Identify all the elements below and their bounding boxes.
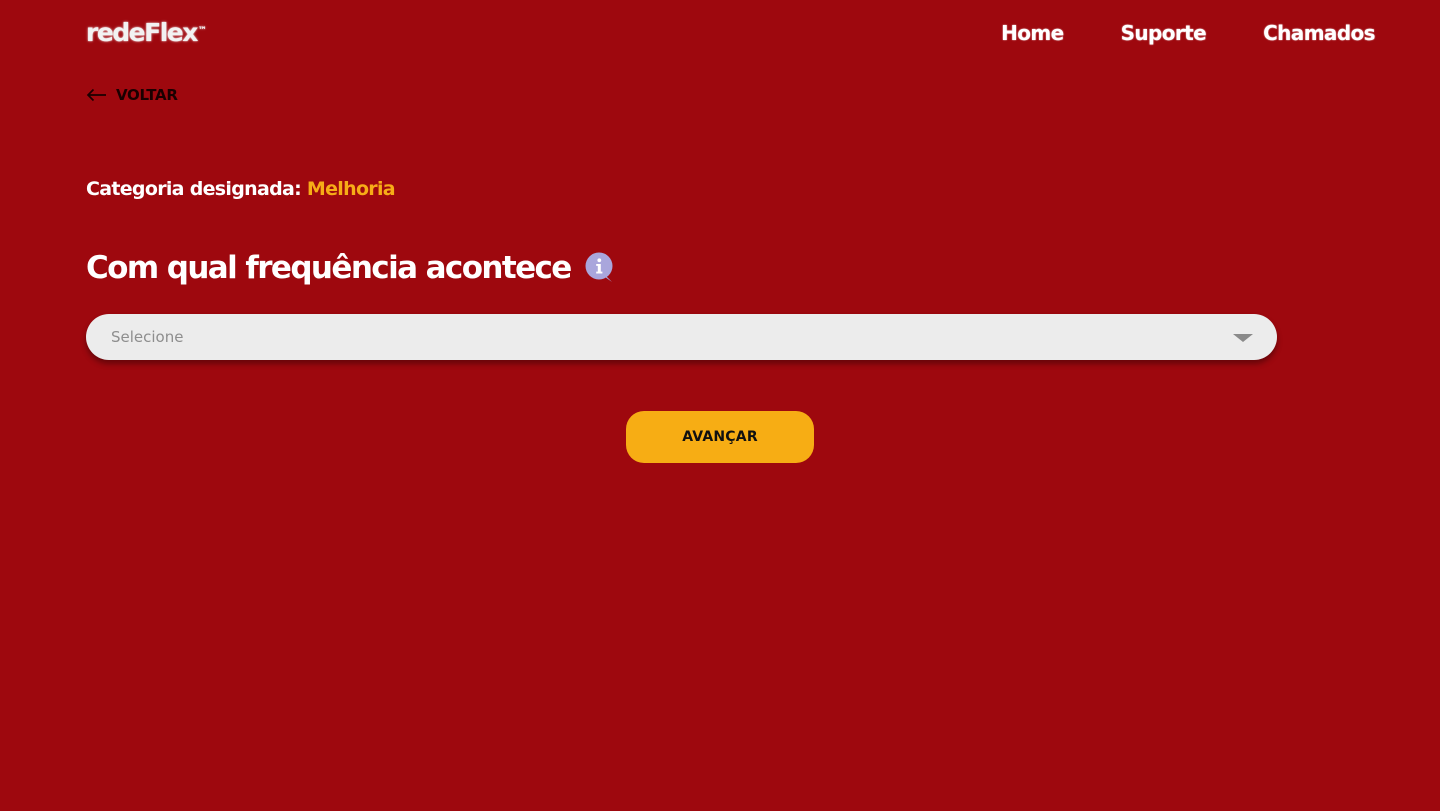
question-title: Com qual frequência acontece [86,250,572,286]
select-placeholder: Selecione [111,328,184,346]
caret-down-icon [1233,334,1253,342]
nav-suporte[interactable]: Suporte [1121,20,1207,46]
nav-chamados[interactable]: Chamados [1263,20,1376,46]
logo-text: redeFlex [86,18,198,47]
arrow-left-icon [86,88,106,102]
back-label: VOLTAR [116,86,178,104]
redeflex-logo[interactable]: redeFlex™ [86,18,207,47]
next-button[interactable]: AVANÇAR [626,411,814,463]
nav-home[interactable]: Home [1001,20,1064,46]
question-heading: Com qual frequência acontece [86,248,615,288]
info-icon[interactable] [585,252,615,284]
back-link[interactable]: VOLTAR [86,86,178,104]
category-value: Melhoria [306,178,396,200]
frequency-select[interactable]: Selecione [86,314,1277,360]
category-line: Categoria designada: Melhoria [86,178,396,200]
category-label: Categoria designada: [86,178,302,200]
main-nav: Home Suporte Chamados [1001,20,1376,46]
logo-trademark: ™ [197,26,207,36]
